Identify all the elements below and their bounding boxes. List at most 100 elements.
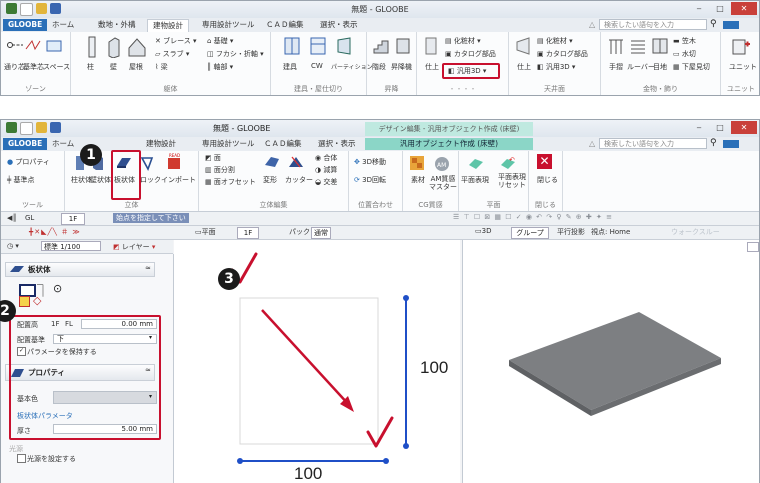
tab-home-2[interactable]: ホーム (47, 138, 79, 150)
tab-gloobe-2[interactable]: GLOOBE (3, 138, 48, 150)
unit-icon[interactable] (731, 36, 751, 56)
close-editor-button[interactable]: 閉じる (537, 175, 558, 185)
plane-item-reset[interactable]: 平面表現リセット (495, 173, 529, 189)
solid-edit-cutter[interactable]: カッター (285, 175, 313, 185)
drawing-tools[interactable]: ╋✕◣╱╲ ＃ ≫ (29, 227, 81, 237)
maximize-button-2[interactable]: □ (710, 121, 730, 134)
fitting-door-icon[interactable] (283, 36, 301, 56)
elevator-icon[interactable] (394, 37, 412, 55)
layer-button[interactable]: ◩ レイヤー ▾ (113, 242, 155, 252)
tab-gloobe[interactable]: GLOOBE (3, 19, 48, 31)
union-button[interactable]: ◉ 合体 (315, 153, 337, 163)
new-icon-2[interactable] (20, 122, 33, 135)
gl-icon[interactable]: GL (25, 214, 34, 222)
structure-item-wall[interactable]: 壁 (110, 62, 117, 72)
close-button-2[interactable]: ✕ (731, 121, 757, 134)
handrail-icon[interactable] (607, 36, 625, 56)
structure-item-slab[interactable]: ▱ スラブ ▾ (155, 49, 189, 59)
finish-item-catalog[interactable]: ▣ カタログ部品 (445, 49, 496, 59)
subtract-button[interactable]: ◑ 減算 (315, 165, 337, 175)
material-icon[interactable] (409, 155, 425, 171)
hardware-item-coping[interactable]: ▬ 笠木 (673, 36, 696, 46)
view-mode-icon[interactable]: ◷ ▾ (7, 242, 19, 250)
save-icon-2[interactable] (50, 122, 61, 133)
transform-icon[interactable] (263, 155, 281, 169)
group-button[interactable]: グループ (511, 227, 549, 239)
plane-reset-icon[interactable]: ↶ (499, 155, 517, 171)
move3d-button[interactable]: ✥ 3D移動 (354, 157, 386, 167)
tab-special-tools[interactable]: 専用設計ツール (197, 19, 260, 31)
stairs-item-elevator[interactable]: 昇降機 (391, 62, 412, 72)
section-plate[interactable]: 板状体 (5, 262, 155, 277)
user-icon[interactable] (723, 21, 739, 29)
space-icon[interactable] (45, 37, 63, 53)
cutter-icon[interactable] (287, 155, 305, 169)
user-icon-2[interactable] (723, 140, 739, 148)
plane-expression-icon[interactable] (467, 155, 485, 171)
tab-generic-object[interactable]: 汎用オブジェクト作成 (床壁) (365, 138, 533, 150)
prev-icon[interactable]: ◀║ (7, 214, 17, 222)
status-mode[interactable]: 通常 (311, 227, 331, 239)
curtain-wall-icon[interactable] (309, 36, 327, 56)
viewpoint[interactable]: 視点: Home (591, 227, 630, 237)
projection-mode[interactable]: 平行投影 (557, 227, 585, 237)
tab-building-design-2[interactable]: 建物設計 (141, 138, 181, 150)
collapse-plate-icon[interactable]: ≈ (145, 264, 151, 272)
diamond-mode-icon[interactable]: ◇ (33, 294, 41, 307)
intersect-button[interactable]: ◒ 交差 (315, 177, 337, 187)
solid-item-wall[interactable]: 壁状体 (90, 175, 111, 185)
help-icon[interactable]: △ (589, 20, 595, 29)
roof-icon[interactable] (127, 36, 147, 58)
face-button[interactable]: ◩ 面 (205, 153, 221, 163)
import-icon[interactable]: READ (165, 153, 185, 171)
rotate3d-button[interactable]: ⟳ 3D回転 (354, 175, 386, 185)
ceiling-item-generic3d[interactable]: ◧ 汎用3D ▾ (537, 62, 575, 72)
louver-icon[interactable] (629, 36, 647, 56)
snap-toolbar[interactable]: ☰ ⊤ ☐ ⊠ ▦ ☐ ✓ ◉ ↶ ↷ ♀ ✎ ⊕ ✚ ✦ ≡ (453, 213, 613, 221)
app-icon-2[interactable] (6, 122, 17, 133)
plane-item-expression[interactable]: 平面表現 (461, 175, 489, 185)
tab-cad-edit-2[interactable]: ＣＡＤ編集 (259, 138, 307, 150)
scale-select[interactable]: 標準 1/100 (41, 241, 101, 251)
tab-cad-edit[interactable]: ＣＡＤ編集 (261, 19, 309, 31)
hardware-item-flashing[interactable]: ▭ 水切 (673, 49, 696, 59)
structure-item-fukashi[interactable]: ◫ フカシ・折軸 ▾ (207, 49, 264, 59)
lock-solid-icon[interactable] (139, 155, 155, 171)
base-line-icon[interactable] (25, 39, 41, 51)
view3d-canvas[interactable] (462, 240, 759, 483)
solid-edit-transform[interactable]: 変形 (263, 175, 277, 185)
ceiling-finish-icon[interactable] (515, 36, 531, 56)
wall-icon[interactable] (107, 36, 121, 58)
face-offset-button[interactable]: ▦ 面オフセット (205, 177, 256, 187)
plan-canvas[interactable]: 100 100 (174, 240, 460, 483)
walkthrough-button[interactable]: ウォークスルー (671, 227, 720, 237)
structure-item-brace[interactable]: ✕ ブレース ▾ (155, 36, 197, 46)
maximize-button[interactable]: □ (710, 2, 730, 15)
view3d-minimize-icon[interactable] (747, 242, 759, 252)
stairs-item-stair[interactable]: 階段 (372, 62, 386, 72)
stairs-icon[interactable] (372, 37, 390, 55)
face-split-button[interactable]: ▥ 面分割 (205, 165, 235, 175)
solid-item-lock[interactable]: ロック (140, 175, 161, 185)
structure-item-shaft[interactable]: ║ 軸部 ▾ (207, 62, 233, 72)
search-icon[interactable]: ⚲ (710, 19, 717, 29)
structure-item-roof[interactable]: 屋根 (129, 62, 143, 72)
close-editor-icon[interactable]: ✕ (537, 154, 552, 169)
am-material-icon[interactable]: AM (433, 155, 451, 171)
rect-fill-icon[interactable] (19, 296, 30, 307)
zone-item-baseline[interactable]: 基準芯 (23, 62, 44, 72)
zone-item-space[interactable]: スペース (43, 62, 70, 72)
finish-item-finish[interactable]: 仕上 (425, 62, 439, 72)
minimize-button-2[interactable]: ‒ (689, 121, 709, 134)
finish-item-decor[interactable]: ▤ 化粧材 ▾ (445, 36, 481, 46)
ceiling-item-decor[interactable]: ▤ 化粧材 ▾ (537, 36, 573, 46)
solid-item-column[interactable]: 柱状体 (71, 175, 92, 185)
tab-home[interactable]: ホーム (47, 19, 79, 31)
circle-mode-icon[interactable]: ⊙ (53, 282, 62, 295)
search-input[interactable]: 検索したい語句を入力 (599, 19, 707, 30)
tab-building-design[interactable]: 建物設計 (147, 19, 189, 32)
floor-select[interactable]: 1F (61, 213, 85, 225)
tab-select-view-2[interactable]: 選択・表示 (313, 138, 361, 150)
search-input-2[interactable]: 検索したい語句を入力 (599, 138, 707, 149)
base-point-button[interactable]: ╪ 基準点 (7, 175, 34, 185)
